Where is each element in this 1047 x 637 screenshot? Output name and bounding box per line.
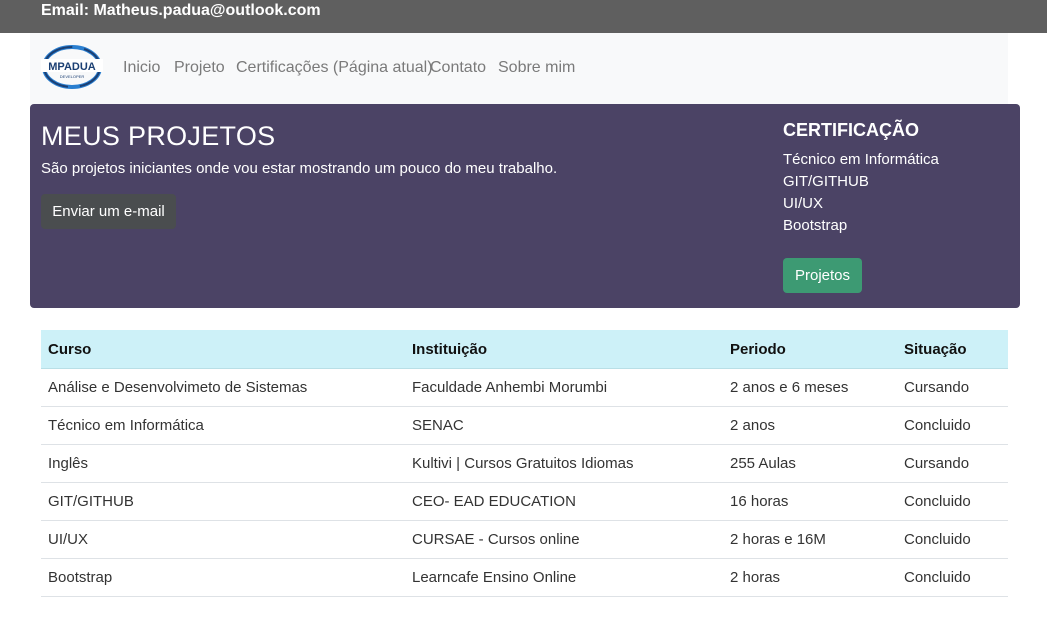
column-header-periodo: Periodo (723, 330, 897, 369)
cell-situacao: Concluido (897, 406, 1008, 445)
cell-instituicao: CEO- EAD EDUCATION (405, 482, 723, 521)
cell-curso: Análise e Desenvolvimeto de Sistemas (41, 368, 405, 407)
cell-curso: GIT/GITHUB (41, 482, 405, 521)
table-row: Inglês Kultivi | Cursos Gratuitos Idioma… (41, 444, 1008, 483)
certification-item: UI/UX (783, 195, 824, 212)
navbar: MPADUA DEVELOPER Inicio Projeto Certific… (30, 33, 1008, 104)
nav-item-sobre-mim[interactable]: Sobre mim (498, 58, 575, 78)
cell-periodo: 16 horas (723, 482, 897, 521)
top-email-bar: Email: Matheus.padua@outlook.com (0, 0, 1047, 33)
hero-subtitle: São projetos iniciantes onde vou estar m… (41, 160, 558, 177)
cell-situacao: Concluido (897, 482, 1008, 521)
column-header-curso: Curso (41, 330, 405, 369)
nav-item-projeto[interactable]: Projeto (174, 58, 225, 78)
cell-curso: UI/UX (41, 520, 405, 559)
brand-logo[interactable]: MPADUA DEVELOPER (41, 43, 103, 91)
certification-item: Bootstrap (783, 217, 848, 234)
cell-situacao: Cursando (897, 368, 1008, 407)
hero-title: MEUS PROJETOS (41, 121, 276, 151)
nav-item-inicio[interactable]: Inicio (123, 58, 160, 78)
cell-curso: Inglês (41, 444, 405, 483)
certification-item: GIT/GITHUB (783, 173, 869, 190)
cell-periodo: 255 Aulas (723, 444, 897, 483)
cell-curso: Técnico em Informática (41, 406, 405, 445)
table-row: UI/UX CURSAE - Cursos online 2 horas e 1… (41, 520, 1008, 559)
table-row: Bootstrap Learncafe Ensino Online 2 hora… (41, 558, 1008, 597)
table-header-row: Curso Instituição Periodo Situação (41, 330, 1008, 369)
cell-periodo: 2 anos (723, 406, 897, 445)
logo-text: MPADUA (48, 61, 96, 73)
certification-title: CERTIFICAÇÃO (783, 120, 919, 140)
column-header-situacao: Situação (897, 330, 1008, 369)
cell-situacao: Cursando (897, 444, 1008, 483)
cell-periodo: 2 anos e 6 meses (723, 368, 897, 407)
cell-instituicao: Learncafe Ensino Online (405, 558, 723, 597)
column-header-instituicao: Instituição (405, 330, 723, 369)
logo-emblem-icon: MPADUA DEVELOPER (41, 45, 103, 89)
nav-item-certificacoes[interactable]: Certificações (Página atual) (236, 58, 433, 78)
send-email-button[interactable]: Enviar um e-mail (41, 194, 176, 229)
table-row: Técnico em Informática SENAC 2 anos Conc… (41, 406, 1008, 445)
cell-situacao: Concluido (897, 520, 1008, 559)
certification-list: Técnico em Informática GIT/GITHUB UI/UX … (783, 149, 939, 237)
table-row: Análise e Desenvolvimeto de Sistemas Fac… (41, 368, 1008, 407)
cell-curso: Bootstrap (41, 558, 405, 597)
cell-instituicao: Faculdade Anhembi Morumbi (405, 368, 723, 407)
projects-button[interactable]: Projetos (783, 258, 862, 293)
cell-periodo: 2 horas (723, 558, 897, 597)
nav-item-contato[interactable]: Contato (430, 58, 486, 78)
cell-periodo: 2 horas e 16M (723, 520, 897, 559)
courses-table: Curso Instituição Periodo Situação Análi… (41, 330, 1008, 597)
contact-email: Email: Matheus.padua@outlook.com (41, 2, 321, 19)
hero-jumbotron: MEUS PROJETOS São projetos iniciantes on… (30, 104, 1020, 308)
logo-subtext: DEVELOPER (60, 74, 85, 79)
certification-item: Técnico em Informática (783, 151, 939, 168)
table-row: GIT/GITHUB CEO- EAD EDUCATION 16 horas C… (41, 482, 1008, 521)
cell-situacao: Concluido (897, 558, 1008, 597)
cell-instituicao: SENAC (405, 406, 723, 445)
cell-instituicao: Kultivi | Cursos Gratuitos Idiomas (405, 444, 723, 483)
cell-instituicao: CURSAE - Cursos online (405, 520, 723, 559)
